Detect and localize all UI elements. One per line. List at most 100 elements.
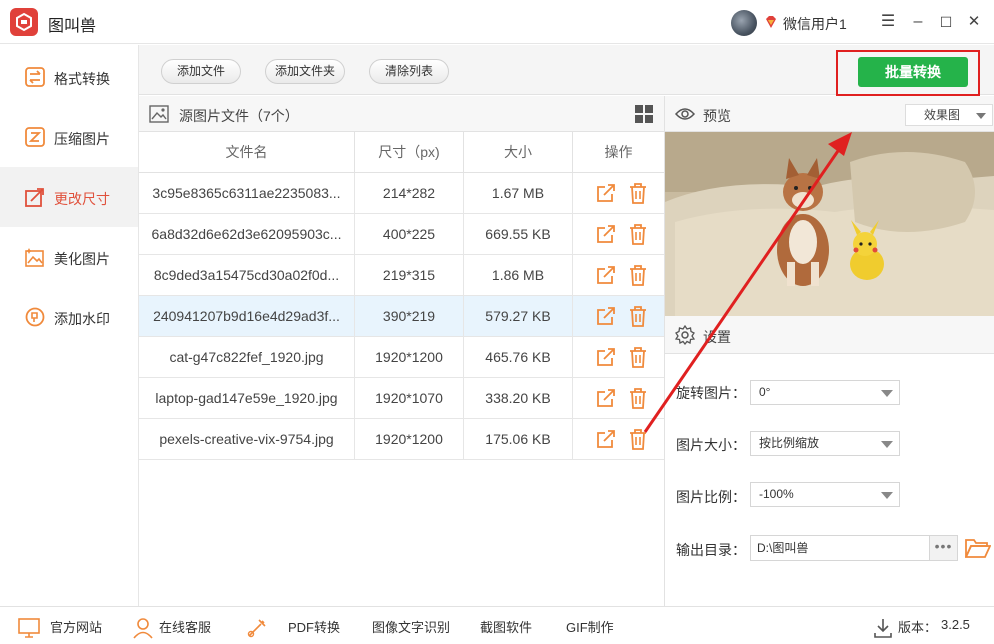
customer-service-icon: [133, 618, 153, 639]
footer-link-service[interactable]: 在线客服: [159, 617, 211, 639]
cell-dimensions: 400*225: [355, 214, 464, 255]
cell-filename: 6a8d32d6e62d3e62095903c...: [139, 214, 355, 255]
rotate-select[interactable]: 0°: [750, 380, 900, 405]
settings-title: 设置: [703, 329, 731, 345]
image-icon: [149, 105, 169, 123]
table-row[interactable]: 3c95e8365c6311ae2235083... 214*282 1.67 MB: [139, 173, 664, 214]
cell-size: 338.20 KB: [464, 378, 573, 419]
sidebar-item-label: 格式转换: [54, 71, 110, 87]
open-external-icon[interactable]: [596, 306, 616, 326]
sidebar-item-compress[interactable]: 压缩图片: [0, 107, 138, 167]
cell-size: 579.27 KB: [464, 296, 573, 337]
download-icon: [874, 619, 892, 638]
clear-list-button[interactable]: 清除列表: [369, 59, 449, 84]
trash-icon[interactable]: [628, 387, 648, 409]
table-row[interactable]: 240941207b9d16e4d29ad3f... 390*219 579.27 …: [139, 296, 664, 337]
close-button[interactable]: ✕: [962, 10, 986, 34]
cell-actions: [573, 296, 664, 337]
trash-icon[interactable]: [628, 346, 648, 368]
cell-dimensions: 1920*1070: [355, 378, 464, 419]
image-size-label: 图片大小：: [676, 437, 746, 453]
chevron-down-icon: [976, 113, 986, 119]
cell-actions: [573, 337, 664, 378]
table-row[interactable]: laptop-gad147e59e_1920.jpg 1920*1070 338.2…: [139, 378, 664, 419]
maximize-button[interactable]: ☐: [934, 10, 958, 34]
open-external-icon[interactable]: [596, 265, 616, 285]
cell-size: 1.86 MB: [464, 255, 573, 296]
trash-icon[interactable]: [628, 428, 648, 450]
image-ratio-select[interactable]: -100%: [750, 482, 900, 507]
cell-actions: [573, 173, 664, 214]
minimize-button[interactable]: –: [906, 10, 930, 34]
trash-icon[interactable]: [628, 223, 648, 245]
open-external-icon[interactable]: [596, 183, 616, 203]
cell-size: 1.67 MB: [464, 173, 573, 214]
cell-filename: 8c9ded3a15475cd30a02f0d...: [139, 255, 355, 296]
cell-dimensions: 219*315: [355, 255, 464, 296]
compress-icon: [25, 127, 45, 147]
preview-mode-select[interactable]: 效果图: [905, 104, 993, 126]
image-size-value: 按比例缩放: [759, 436, 820, 450]
rotate-label: 旋转图片：: [676, 385, 746, 401]
table-row[interactable]: pexels-creative-vix-9754.jpg 1920*1200 175…: [139, 419, 664, 460]
cell-filename: 240941207b9d16e4d29ad3f...: [139, 296, 355, 337]
sidebar-item-watermark[interactable]: 添加水印: [0, 287, 138, 347]
table-row[interactable]: cat-g47c822fef_1920.jpg 1920*1200 465.76 K…: [139, 337, 664, 378]
cell-size: 465.76 KB: [464, 337, 573, 378]
open-external-icon[interactable]: [596, 224, 616, 244]
footer-link-screenshot[interactable]: 截图软件: [480, 617, 532, 639]
cell-actions: [573, 419, 664, 460]
cell-size: 669.55 KB: [464, 214, 573, 255]
app-title: 图叫兽: [48, 18, 97, 35]
chevron-down-icon: [881, 390, 893, 397]
table-row[interactable]: 6a8d32d6e62d3e62095903c... 400*225 669.55 …: [139, 214, 664, 255]
sidebar-item-resize[interactable]: 更改尺寸: [0, 167, 138, 227]
table-row[interactable]: 8c9ded3a15475cd30a02f0d... 219*315 1.86 MB: [139, 255, 664, 296]
sidebar-item-label: 更改尺寸: [54, 191, 110, 207]
file-panel-title: 源图片文件（7个）: [179, 108, 299, 124]
cell-actions: [573, 378, 664, 419]
cell-size: 175.06 KB: [464, 419, 573, 460]
footer-link-website[interactable]: 官方网站: [50, 617, 102, 639]
open-external-icon[interactable]: [596, 429, 616, 449]
preview-title: 预览: [703, 108, 731, 124]
open-external-icon[interactable]: [596, 388, 616, 408]
grid-view-icon[interactable]: [635, 105, 653, 123]
trash-icon[interactable]: [628, 264, 648, 286]
image-ratio-label: 图片比例：: [676, 489, 746, 505]
vip-diamond-icon: [766, 16, 776, 28]
cell-filename: cat-g47c822fef_1920.jpg: [139, 337, 355, 378]
user-name[interactable]: 微信用户1: [783, 14, 847, 34]
trash-icon[interactable]: [628, 305, 648, 327]
sidebar-item-label: 美化图片: [54, 251, 110, 267]
cell-dimensions: 1920*1200: [355, 419, 464, 460]
add-folder-button[interactable]: 添加文件夹: [265, 59, 345, 84]
footer-link-gif[interactable]: GIF制作: [566, 617, 614, 639]
open-external-icon[interactable]: [596, 347, 616, 367]
settings-header: 设置: [665, 316, 994, 354]
browse-more-button[interactable]: •••: [929, 536, 957, 560]
sidebar-item-beautify[interactable]: 美化图片: [0, 227, 138, 287]
output-dir-label: 输出目录：: [676, 542, 746, 558]
cell-actions: [573, 255, 664, 296]
trash-icon[interactable]: [628, 182, 648, 204]
eye-icon: [675, 108, 695, 120]
chevron-down-icon: [881, 441, 893, 448]
footer-link-ocr[interactable]: 图像文字识别: [372, 617, 450, 639]
avatar[interactable]: [731, 10, 757, 36]
cell-actions: [573, 214, 664, 255]
cell-dimensions: 390*219: [355, 296, 464, 337]
cell-dimensions: 1920*1200: [355, 337, 464, 378]
gear-icon: [675, 325, 695, 345]
image-size-select[interactable]: 按比例缩放: [750, 431, 900, 456]
sidebar-item-format-convert[interactable]: 格式转换: [0, 47, 138, 107]
batch-convert-button[interactable]: 批量转换: [858, 57, 968, 87]
preview-image: [665, 132, 994, 316]
add-file-button[interactable]: 添加文件: [161, 59, 241, 84]
folder-icon[interactable]: [965, 536, 991, 560]
menu-icon[interactable]: ☰: [876, 10, 900, 34]
footer-link-pdf[interactable]: PDF转换: [288, 617, 340, 639]
format-convert-icon: [25, 67, 45, 87]
column-header-filename: 文件名: [139, 132, 355, 173]
output-dir-field[interactable]: D:\图叫兽 •••: [750, 535, 958, 561]
